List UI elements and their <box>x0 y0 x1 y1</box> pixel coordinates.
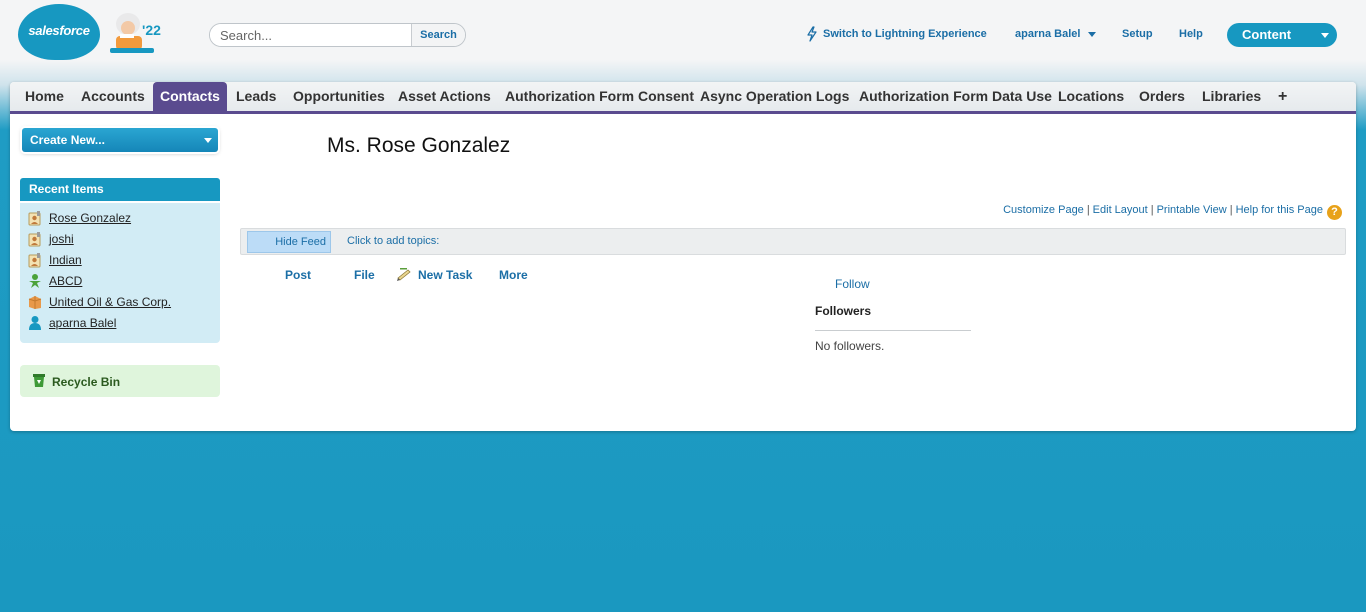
tab-authorization-form-consent[interactable]: Authorization Form Consent <box>498 82 701 111</box>
recent-item-label: joshi <box>49 232 74 246</box>
more-action[interactable]: More <box>499 268 528 282</box>
follow-link[interactable]: Follow <box>835 277 870 291</box>
global-header: salesforce '22 Search Switch to Lightnin… <box>0 0 1366 80</box>
recycle-bin-link[interactable]: Recycle Bin <box>20 365 220 397</box>
lightning-bolt-icon <box>807 26 817 42</box>
recent-items-heading: Recent Items <box>20 178 220 201</box>
task-icon <box>397 268 411 281</box>
chevron-down-icon <box>1088 31 1097 37</box>
followers-heading: Followers <box>815 304 872 318</box>
tab-home[interactable]: Home <box>18 82 71 111</box>
contact-icon <box>28 253 41 268</box>
search-box: Search <box>209 23 466 47</box>
recent-item-label: Indian <box>49 253 82 267</box>
followers-divider <box>815 330 971 331</box>
search-input[interactable] <box>210 24 412 46</box>
no-followers-text: No followers. <box>815 339 885 353</box>
main-panel: Home Accounts Contacts Leads Opportuniti… <box>10 82 1356 431</box>
salesforce-logo[interactable]: salesforce <box>18 4 100 60</box>
app-switcher-button[interactable]: Content <box>1227 23 1337 47</box>
chevron-down-icon <box>1321 33 1329 38</box>
recent-item-label: ABCD <box>49 274 83 288</box>
tab-leads[interactable]: Leads <box>229 82 283 111</box>
edit-layout-link[interactable]: Edit Layout <box>1093 204 1148 216</box>
search-button[interactable]: Search <box>411 24 465 46</box>
recent-item-label: Rose Gonzalez <box>49 211 132 225</box>
feed-bar: Hide Feed Click to add topics: <box>240 228 1346 255</box>
customize-page-link[interactable]: Customize Page <box>1003 204 1084 216</box>
tab-bar: Home Accounts Contacts Leads Opportuniti… <box>10 82 1356 114</box>
create-new-dropdown[interactable]: Create New... <box>22 128 218 152</box>
recycle-bin-icon <box>33 374 45 387</box>
help-icon[interactable]: ? <box>1327 205 1342 220</box>
new-task-action[interactable]: New Task <box>418 268 472 282</box>
tab-authorization-form-data-use[interactable]: Authorization Form Data Use <box>852 82 1059 111</box>
tab-libraries[interactable]: Libraries <box>1195 82 1268 111</box>
app-switcher-label: Content <box>1242 27 1292 42</box>
tab-orders[interactable]: Orders <box>1132 82 1192 111</box>
printable-view-link[interactable]: Printable View <box>1157 204 1227 216</box>
tab-locations[interactable]: Locations <box>1051 82 1131 111</box>
help-for-page-link[interactable]: Help for this Page <box>1236 204 1323 216</box>
chevron-down-icon <box>204 138 212 143</box>
recycle-bin-label: Recycle Bin <box>52 375 121 389</box>
help-link[interactable]: Help <box>1179 28 1203 40</box>
tab-opportunities[interactable]: Opportunities <box>286 82 392 111</box>
tab-add-plus-icon[interactable]: + <box>1271 82 1294 111</box>
tab-contacts[interactable]: Contacts <box>153 82 227 111</box>
account-icon <box>28 296 42 309</box>
release-badge: '22 <box>142 22 161 38</box>
contact-icon <box>28 232 41 247</box>
hide-feed-button[interactable]: Hide Feed <box>247 231 331 253</box>
user-menu[interactable]: aparna Balel <box>1015 28 1097 40</box>
tab-accounts[interactable]: Accounts <box>74 82 152 111</box>
user-menu-label: aparna Balel <box>1015 28 1081 40</box>
recent-items-list: Rose Gonzalez joshi Indian ABCD United O… <box>20 203 220 343</box>
file-action[interactable]: File <box>354 268 375 282</box>
page-title: Ms. Rose Gonzalez <box>327 134 511 157</box>
tab-async-operation-logs[interactable]: Async Operation Logs <box>693 82 856 111</box>
create-new-label: Create New... <box>30 133 105 147</box>
recent-item-label: United Oil & Gas Corp. <box>49 295 172 309</box>
switch-lightning-link[interactable]: Switch to Lightning Experience <box>823 28 987 40</box>
tab-asset-actions[interactable]: Asset Actions <box>391 82 498 111</box>
contact-icon <box>28 211 41 226</box>
post-action[interactable]: Post <box>285 268 311 282</box>
add-topics-link[interactable]: Click to add topics: <box>347 235 439 247</box>
recent-item-label: aparna Balel <box>49 316 117 330</box>
setup-link[interactable]: Setup <box>1122 28 1153 40</box>
page-links: Customize Page | Edit Layout | Printable Vie… <box>1003 204 1342 220</box>
user-icon <box>29 316 41 330</box>
lead-icon <box>29 274 41 288</box>
